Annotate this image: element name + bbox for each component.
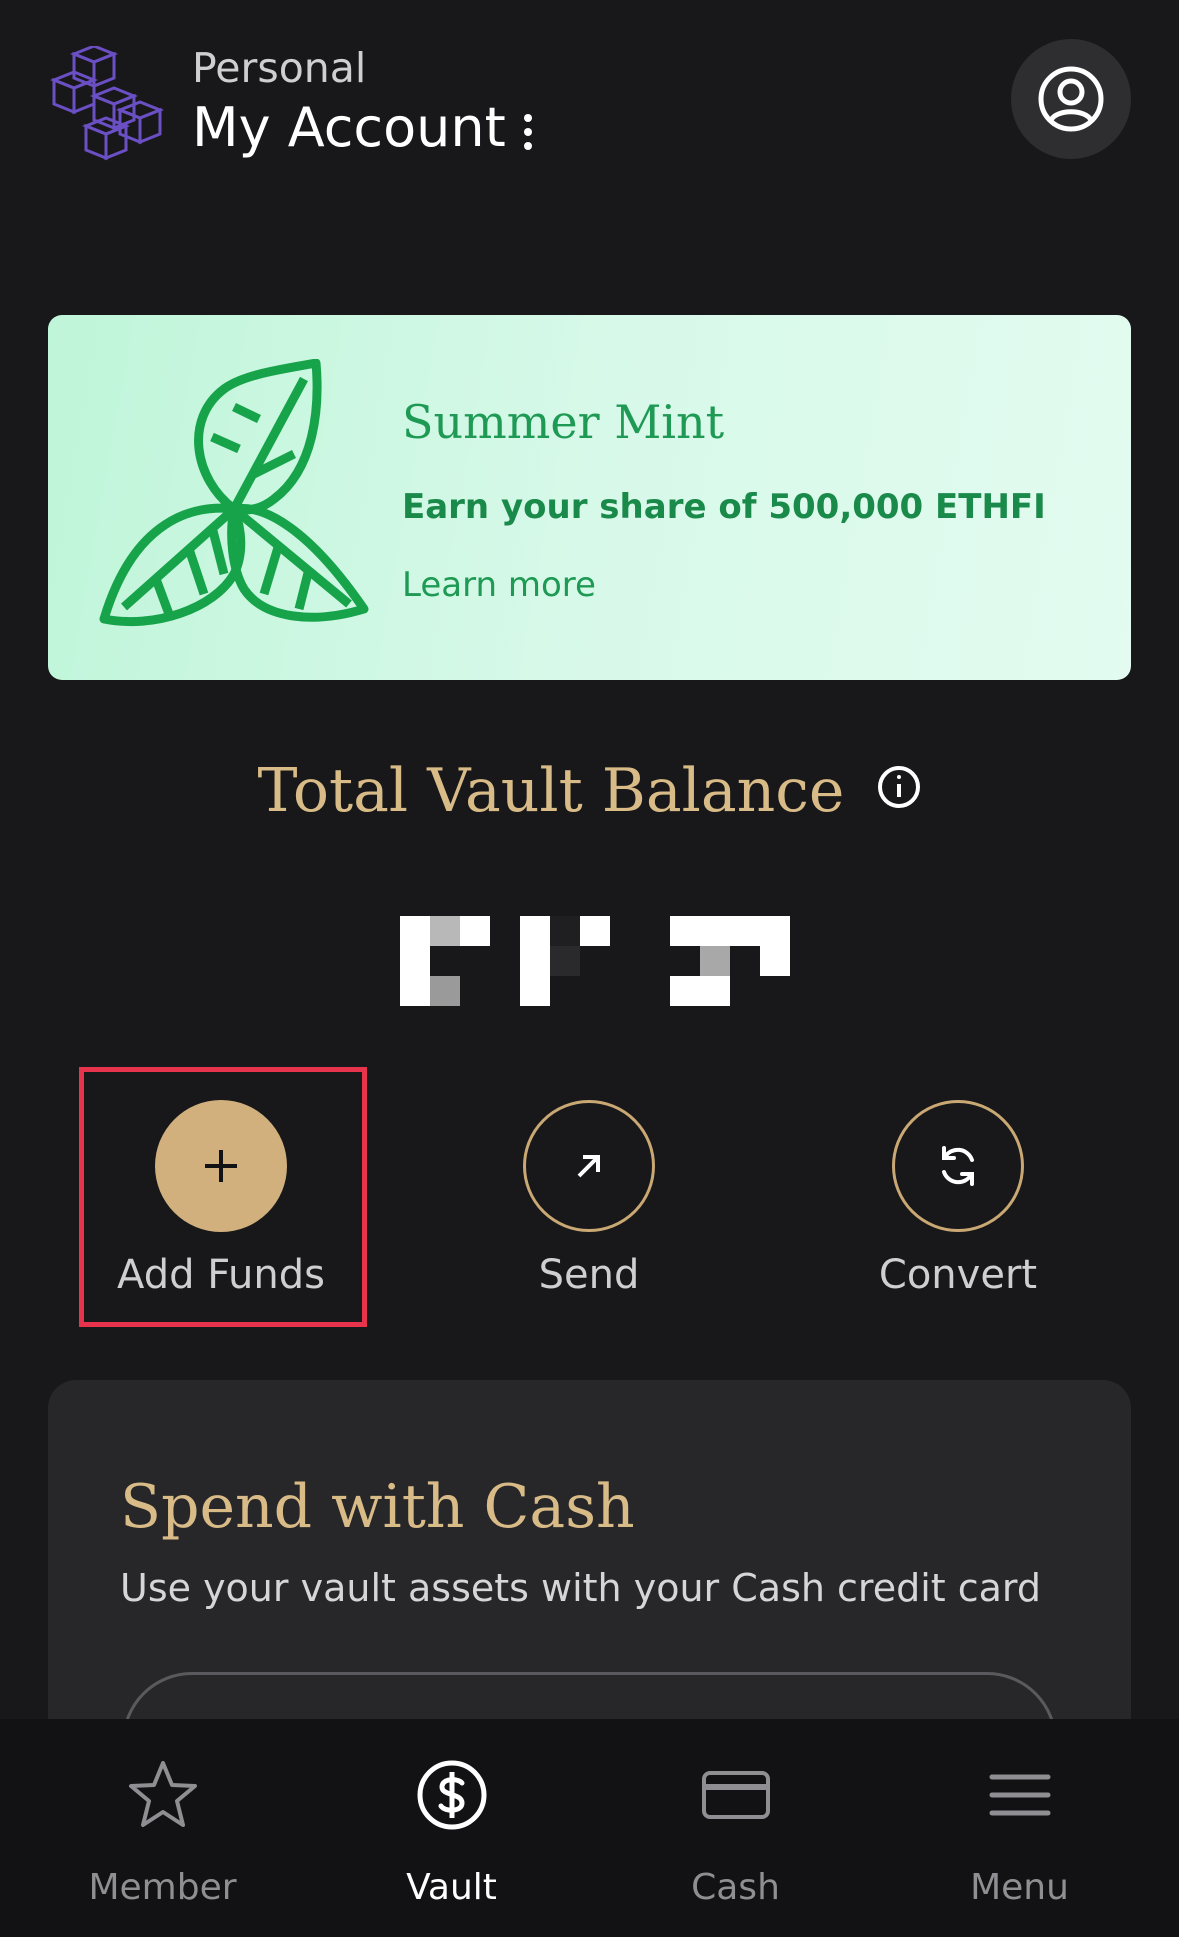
send-circle[interactable] bbox=[523, 1100, 655, 1232]
add-funds-highlight-box bbox=[79, 1067, 367, 1327]
tab-menu[interactable]: Menu bbox=[872, 1719, 1167, 1937]
spend-title: Spend with Cash bbox=[120, 1472, 635, 1542]
tab-cash-label: Cash bbox=[691, 1867, 780, 1908]
spend-subtitle: Use your vault assets with your Cash cre… bbox=[120, 1566, 1041, 1610]
info-icon[interactable] bbox=[877, 754, 921, 824]
profile-button[interactable] bbox=[1011, 39, 1131, 159]
summer-mint-promo-banner[interactable]: Summer Mint Earn your share of 500,000 E… bbox=[48, 315, 1131, 680]
learn-more-link[interactable]: Learn more bbox=[402, 565, 596, 605]
tab-vault[interactable]: Vault bbox=[304, 1719, 599, 1937]
promo-subtitle: Earn your share of 500,000 ETHFI bbox=[402, 487, 1046, 527]
promo-title: Summer Mint bbox=[402, 395, 725, 449]
balance-title-text: Total Vault Balance bbox=[257, 756, 845, 826]
tab-menu-label: Menu bbox=[970, 1867, 1069, 1908]
tab-member[interactable]: Member bbox=[15, 1719, 310, 1937]
arrow-up-right-icon bbox=[577, 1155, 600, 1178]
user-circle-icon bbox=[1038, 66, 1104, 132]
brand-logo-icon[interactable] bbox=[46, 44, 168, 166]
account-name-title[interactable]: My Account bbox=[192, 96, 506, 159]
tab-vault-label: Vault bbox=[406, 1867, 497, 1908]
app-header: Personal My Account bbox=[0, 0, 1179, 200]
dollar-circle-icon bbox=[416, 1759, 488, 1831]
convert-label: Convert bbox=[878, 1252, 1038, 1298]
refresh-icon bbox=[942, 1146, 974, 1186]
convert-button[interactable]: Convert bbox=[828, 1100, 1088, 1310]
send-button[interactable]: Send bbox=[459, 1100, 719, 1310]
send-label: Send bbox=[538, 1252, 640, 1298]
convert-circle[interactable] bbox=[892, 1100, 1024, 1232]
account-type-label: Personal bbox=[192, 44, 367, 92]
tab-member-label: Member bbox=[88, 1867, 237, 1908]
balance-amount-redacted bbox=[400, 916, 790, 1006]
account-more-icon[interactable] bbox=[520, 112, 536, 152]
tab-cash[interactable]: Cash bbox=[588, 1719, 883, 1937]
hamburger-icon bbox=[984, 1759, 1056, 1831]
mint-leaf-icon bbox=[94, 358, 374, 639]
bottom-tab-bar: Member Vault Cash Menu bbox=[0, 1719, 1179, 1937]
total-vault-balance-heading: Total Vault Balance bbox=[0, 756, 1179, 830]
card-icon bbox=[700, 1759, 772, 1831]
star-icon bbox=[127, 1759, 199, 1831]
